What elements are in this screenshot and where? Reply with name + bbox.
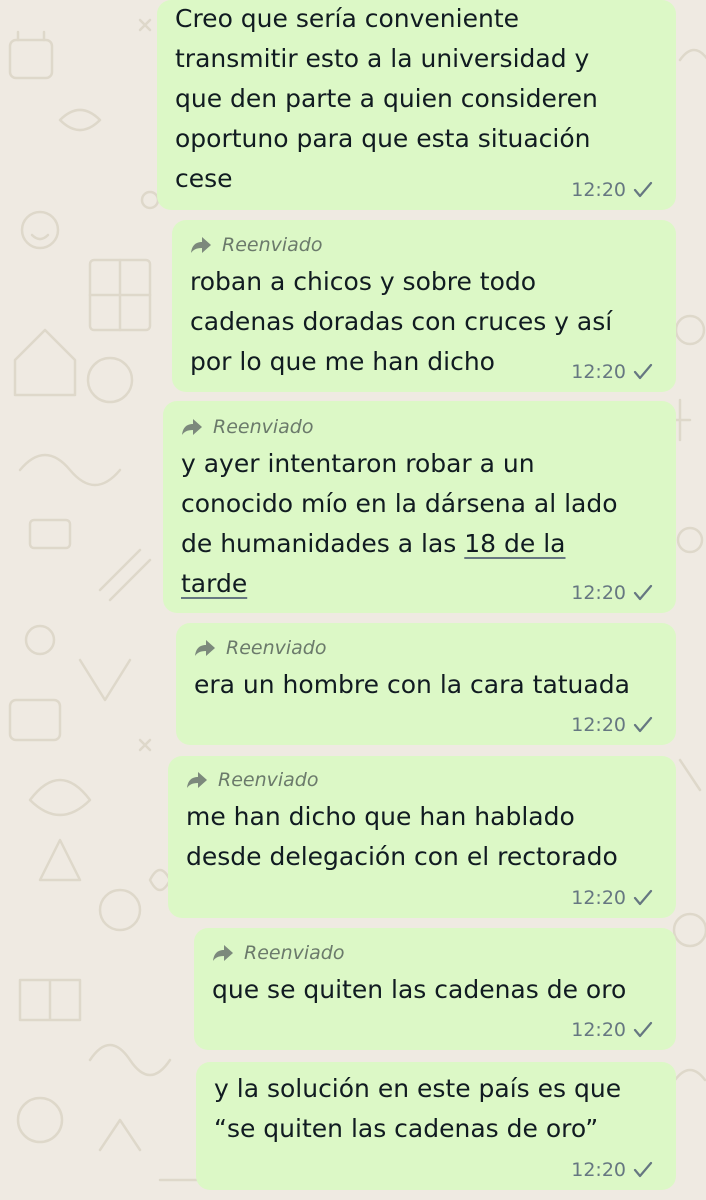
message-time: 12:20 — [571, 714, 626, 736]
single-check-icon — [633, 1161, 653, 1178]
single-check-icon — [633, 716, 653, 733]
forward-arrow-icon — [191, 237, 211, 253]
forwarded-indicator: Reenviado — [186, 768, 318, 792]
forwarded-indicator: Reenviado — [181, 415, 313, 439]
single-check-icon — [633, 584, 653, 601]
message-bubble-forwarded[interactable]: Reenviado era un hombre con la cara tatu… — [176, 623, 676, 745]
message-bubble-forwarded[interactable]: Reenviado que se quiten las cadenas de o… — [194, 928, 676, 1050]
single-check-icon — [633, 363, 653, 380]
single-check-icon — [633, 889, 653, 906]
message-meta: 12:20 — [571, 1158, 654, 1182]
message-time: 12:20 — [571, 179, 626, 201]
single-check-icon — [633, 181, 653, 198]
message-text: me han dicho que han hablado desde deleg… — [186, 802, 618, 871]
forward-arrow-icon — [182, 419, 202, 435]
forwarded-label: Reenviado — [222, 234, 323, 256]
forwarded-indicator: Reenviado — [194, 636, 326, 660]
message-text: y ayer intentaron robar a un conocido mí… — [181, 444, 671, 604]
message-meta: 12:20 — [571, 1018, 654, 1042]
message-time: 12:20 — [571, 1159, 626, 1181]
forward-arrow-icon — [195, 640, 215, 656]
forwarded-label: Reenviado — [218, 769, 319, 791]
forwarded-indicator: Reenviado — [190, 233, 322, 257]
forward-arrow-icon — [187, 772, 207, 788]
forwarded-label: Reenviado — [226, 637, 327, 659]
message-text: Creo que sería conveniente transmitir es… — [175, 4, 598, 193]
message-time: 12:20 — [571, 582, 626, 604]
forwarded-label: Reenviado — [213, 416, 314, 438]
message-meta: 12:20 — [571, 360, 654, 384]
message-bubble[interactable]: Creo que sería conveniente transmitir es… — [157, 0, 676, 210]
message-time: 12:20 — [571, 361, 626, 383]
message-text: y la solución en este país es que “se qu… — [214, 1074, 622, 1143]
message-bubble-forwarded[interactable]: Reenviado roban a chicos y sobre todo ca… — [172, 220, 676, 392]
message-bubble[interactable]: y la solución en este país es que “se qu… — [196, 1062, 676, 1190]
message-meta: 12:20 — [571, 581, 654, 605]
message-meta: 12:20 — [571, 886, 654, 910]
message-time: 12:20 — [571, 1019, 626, 1041]
message-meta: 12:20 — [571, 713, 654, 737]
forward-arrow-icon — [213, 945, 233, 961]
message-text: era un hombre con la cara tatuada — [194, 670, 630, 699]
message-bubble-forwarded[interactable]: Reenviado me han dicho que han hablado d… — [168, 756, 676, 918]
message-bubble-forwarded[interactable]: Reenviado y ayer intentaron robar a un c… — [163, 401, 676, 613]
message-time: 12:20 — [571, 887, 626, 909]
message-text: que se quiten las cadenas de oro — [212, 975, 627, 1004]
forwarded-label: Reenviado — [244, 942, 345, 964]
message-meta: 12:20 — [571, 178, 654, 202]
single-check-icon — [633, 1021, 653, 1038]
forwarded-indicator: Reenviado — [212, 941, 344, 965]
